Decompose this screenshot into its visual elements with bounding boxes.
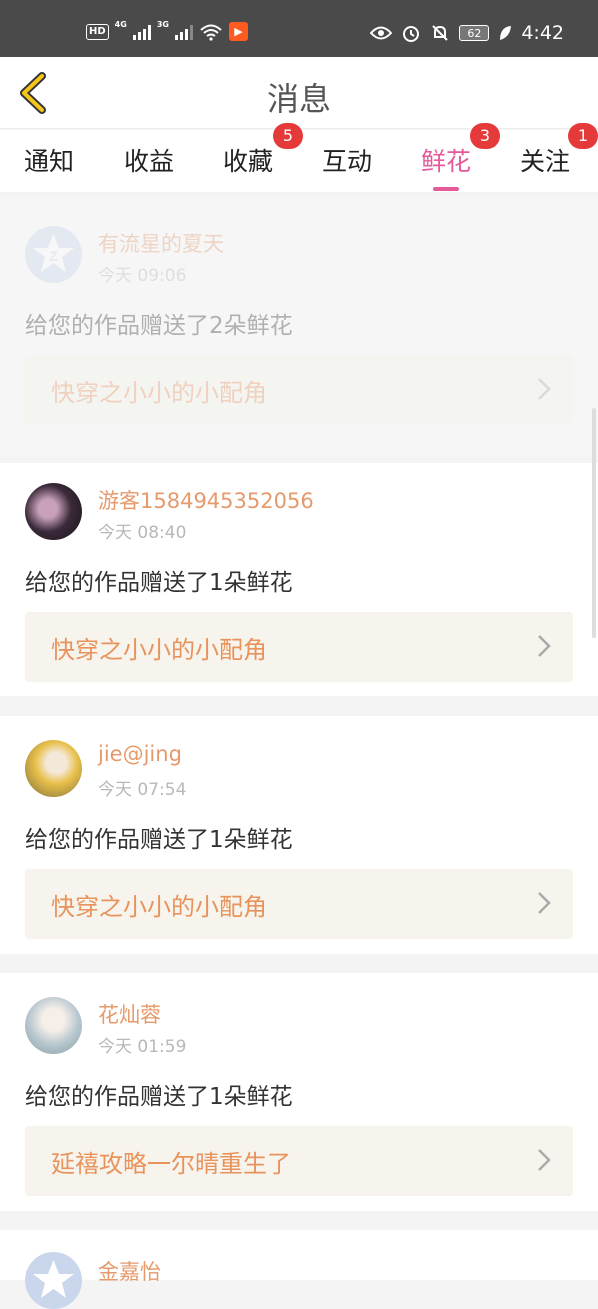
leaf-icon — [500, 26, 512, 40]
user-avatar[interactable] — [25, 483, 82, 540]
work-link[interactable]: 快穿之小小的小配角 — [25, 869, 573, 939]
username[interactable]: jie@jing — [98, 742, 182, 766]
mute-bell-icon — [432, 25, 449, 41]
timestamp: 今天 01:59 — [98, 1037, 187, 1057]
signal-strength-icon — [174, 24, 193, 40]
favorites-badge: 5 — [273, 123, 303, 149]
work-title: 快穿之小小的小配角 — [51, 636, 267, 664]
username[interactable]: 花灿蓉 — [98, 999, 161, 1029]
wifi-icon — [200, 24, 222, 41]
username[interactable]: 游客1584945352056 — [98, 485, 314, 515]
list-item[interactable]: 游客1584945352056 今天 08:40 给您的作品赠送了1朵鲜花 快穿… — [0, 463, 598, 696]
work-link[interactable]: 快穿之小小的小配角 — [25, 355, 573, 425]
work-title: 延禧攻略一尔晴重生了 — [51, 1150, 291, 1178]
network-3g-label: 3G — [156, 20, 169, 29]
active-tab-indicator — [433, 187, 460, 191]
alarm-icon — [403, 26, 420, 42]
timestamp: 今天 08:40 — [98, 523, 187, 543]
chevron-right-icon — [538, 378, 551, 400]
user-avatar[interactable] — [25, 740, 82, 797]
username[interactable]: 有流星的夏天 — [98, 228, 224, 258]
tab-label: 收益 — [124, 147, 175, 176]
chevron-right-icon — [538, 892, 551, 914]
tab-favorites[interactable]: 收藏 — [223, 142, 273, 178]
tab-bar: 通知 收益 收藏 5 互动 鲜花 3 关注 1 — [0, 123, 598, 192]
timestamp: 今天 07:54 — [98, 780, 187, 800]
gift-message: 给您的作品赠送了1朵鲜花 — [25, 1084, 293, 1110]
user-avatar[interactable] — [25, 997, 82, 1054]
svg-text:Z: Z — [49, 248, 58, 264]
title-bar: 消息 — [0, 57, 598, 129]
tab-flowers[interactable]: 鲜花 — [421, 142, 472, 191]
tab-earnings[interactable]: 收益 — [124, 142, 174, 178]
timestamp: 今天 09:06 — [98, 266, 187, 286]
status-bar: HD 4G 3G ▶ 62 4:42 — [0, 0, 598, 57]
work-title: 快穿之小小的小配角 — [51, 379, 267, 407]
flowers-badge: 3 — [470, 123, 500, 149]
list-item[interactable]: jie@jing 今天 07:54 给您的作品赠送了1朵鲜花 快穿之小小的小配角 — [0, 716, 598, 954]
tab-interactions[interactable]: 互动 — [322, 142, 372, 178]
app-notification-icon: ▶ — [228, 22, 248, 41]
eye-icon — [370, 26, 393, 40]
battery-indicator: 62 — [459, 25, 490, 41]
tab-label: 收藏 — [223, 147, 274, 176]
work-link[interactable]: 延禧攻略一尔晴重生了 — [25, 1126, 573, 1196]
scrollbar[interactable] — [592, 408, 596, 638]
tab-label: 互动 — [322, 147, 373, 176]
clock: 4:42 — [521, 22, 564, 44]
gift-message: 给您的作品赠送了1朵鲜花 — [25, 827, 293, 853]
following-badge: 1 — [568, 123, 598, 149]
gift-message: 给您的作品赠送了2朵鲜花 — [25, 313, 293, 339]
page-title: 消息 — [266, 80, 331, 118]
tab-following[interactable]: 关注 — [520, 142, 570, 178]
tab-label: 通知 — [24, 147, 75, 176]
signal-strength-icon — [132, 24, 151, 40]
default-avatar-icon[interactable] — [25, 1252, 82, 1309]
list-item[interactable]: 花灿蓉 今天 01:59 给您的作品赠送了1朵鲜花 延禧攻略一尔晴重生了 — [0, 973, 598, 1211]
tab-notifications[interactable]: 通知 — [24, 142, 74, 178]
work-link[interactable]: 快穿之小小的小配角 — [25, 612, 573, 682]
work-title: 快穿之小小的小配角 — [51, 893, 267, 921]
hd-indicator: HD — [86, 23, 109, 40]
default-avatar-icon[interactable]: Z — [25, 226, 82, 283]
list-item[interactable]: 金嘉怡 — [0, 1230, 598, 1309]
gift-message: 给您的作品赠送了1朵鲜花 — [25, 570, 293, 596]
tab-label: 鲜花 — [421, 147, 472, 176]
chevron-right-icon — [538, 635, 551, 657]
tab-label: 关注 — [520, 147, 571, 176]
chevron-right-icon — [538, 1149, 551, 1171]
list-item[interactable]: Z 有流星的夏天 今天 09:06 给您的作品赠送了2朵鲜花 快穿之小小的小配角 — [0, 198, 598, 456]
username[interactable]: 金嘉怡 — [98, 1256, 161, 1286]
network-4g-label: 4G — [114, 20, 127, 29]
